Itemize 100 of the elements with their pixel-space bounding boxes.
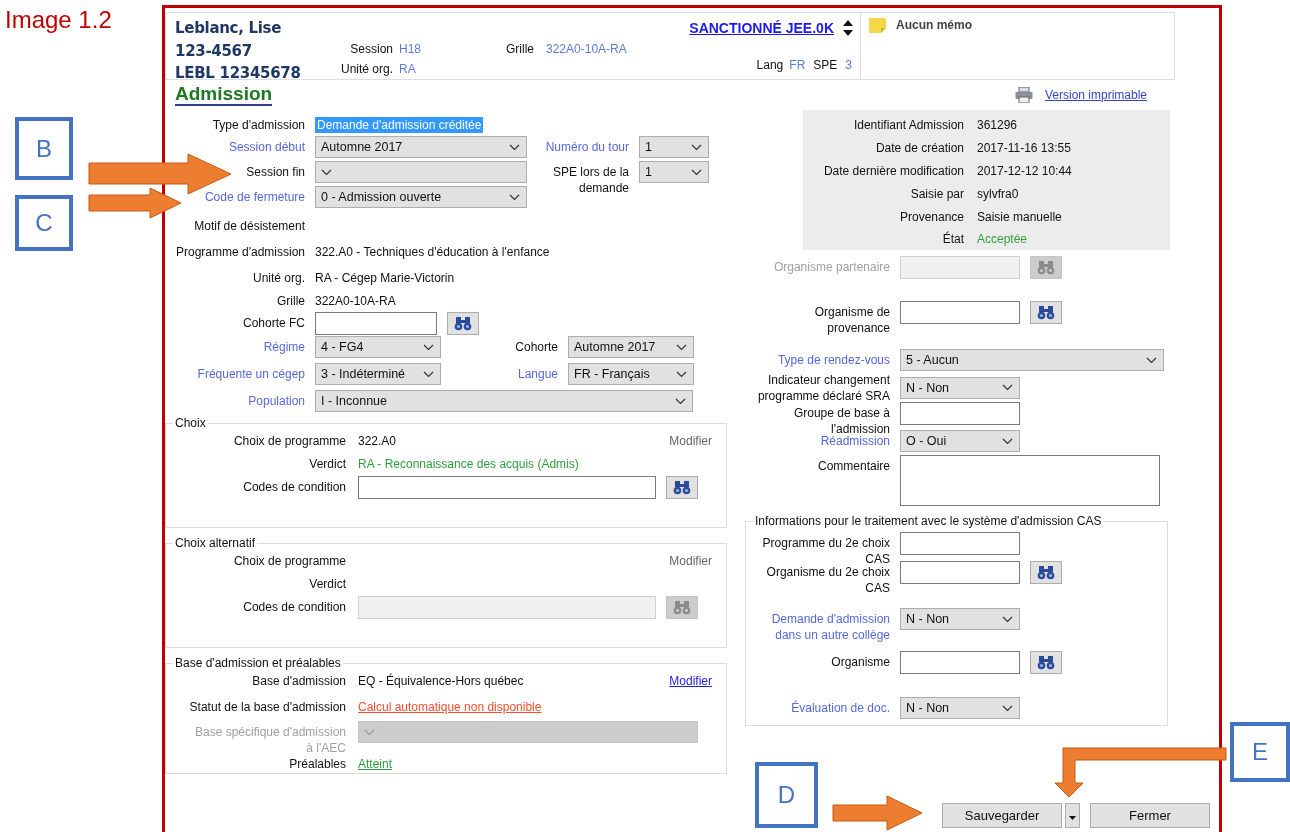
text-input[interactable] [315, 312, 437, 335]
field-label: Programme du 2e choix CAS [761, 535, 890, 567]
status-link[interactable]: SANCTIONNÉ JEE.0K [689, 20, 834, 36]
field-label: Base d'admission [252, 673, 346, 689]
text-input[interactable] [900, 651, 1020, 674]
dropdown-field[interactable]: Automne 2017 [568, 336, 694, 358]
field-label: Programme d'admission [176, 244, 305, 260]
field-label: Groupe de base à l'admission [792, 405, 890, 436]
dropdown-button[interactable] [1065, 803, 1080, 828]
dropdown-field[interactable]: 4 - FG4 [315, 336, 441, 358]
print-link[interactable]: Version imprimable [1044, 88, 1147, 102]
binoculars-icon [673, 600, 691, 615]
dropdown-field[interactable]: 0 - Admission ouverte [315, 186, 527, 208]
header-label: Lang [756, 58, 784, 72]
field-label: Verdict [309, 576, 346, 592]
field-label: Unité org. [252, 270, 305, 286]
chevron-icon [423, 343, 434, 351]
printer-icon [1014, 87, 1033, 103]
field-label: Session fin [246, 164, 305, 180]
field-link-label[interactable]: Type de rendez-vous [777, 352, 890, 368]
dropdown-field[interactable]: 1 [639, 136, 709, 158]
dropdown-field[interactable]: N - Non [900, 376, 1020, 399]
header-label: SPE [813, 58, 838, 72]
field-label: Base spécifique d'admission à l'AEC [193, 724, 346, 756]
chevron-icon [676, 343, 687, 351]
chevron-icon [691, 143, 702, 151]
lookup-button[interactable] [1030, 651, 1062, 674]
binoculars-icon [1037, 305, 1055, 320]
save-button[interactable]: Sauvegarder [942, 803, 1062, 828]
lookup-button[interactable] [1030, 301, 1062, 324]
dropdown-field[interactable]: FR - Français [568, 363, 694, 385]
comment-field[interactable] [900, 455, 1160, 506]
field-link-label[interactable]: Demande d'admission dans un autre collège [755, 611, 890, 643]
field-label: Préalables [289, 756, 346, 772]
student-info: Leblanc, Lise [175, 18, 283, 39]
field-label: Type d'admission [212, 117, 305, 133]
field-value: 2017-12-12 10:44 [977, 164, 1072, 178]
field-value: Acceptée [977, 232, 1028, 247]
header-label: Unité org. [339, 62, 393, 76]
text-input[interactable] [900, 301, 1020, 324]
sticky-note-icon [869, 18, 886, 33]
text-input[interactable] [900, 402, 1020, 425]
close-button[interactable]: Fermer [1090, 803, 1210, 828]
field-label: Organisme partenaire [773, 259, 890, 275]
field-label: Organisme [831, 654, 890, 670]
lookup-button[interactable] [447, 312, 479, 335]
field-label: Organisme du 2e choix CAS [765, 564, 890, 596]
field-label: Provenance [898, 209, 964, 224]
header-value: FR [789, 58, 806, 72]
field-link-label[interactable]: Langue [517, 366, 558, 382]
field-label: Organisme de provenance [813, 304, 890, 336]
dropdown-field[interactable] [315, 161, 527, 183]
dropdown-field[interactable]: Automne 2017 [315, 136, 527, 158]
binoculars-icon [454, 316, 472, 331]
text-input[interactable] [900, 561, 1020, 584]
header-value: 322A0-10A-RA [546, 42, 627, 56]
field-value: 322A0-10A-RA [315, 293, 396, 309]
field-link-label[interactable]: Session début [228, 139, 305, 155]
header-label: Grille [506, 42, 534, 56]
field-value: EQ - Équivalence-Hors québec [358, 672, 524, 689]
dropdown-field[interactable]: 3 - Indéterminé [315, 363, 441, 385]
field-label: Saisie par [909, 186, 964, 201]
sort-arrows-icon[interactable] [842, 19, 854, 37]
text-input[interactable] [900, 532, 1020, 555]
field-link-label[interactable]: Évaluation de doc. [791, 700, 890, 716]
field-label: SPE lors de la demande [551, 164, 629, 196]
field-label: Date dernière modification [822, 164, 964, 178]
field-link-label[interactable]: Réadmission [820, 433, 890, 449]
field-link-label[interactable]: Numéro du tour [545, 139, 629, 155]
student-info: 123-4567 [175, 40, 253, 62]
binoculars-icon [673, 480, 691, 495]
field-label: Motif de désistement [194, 218, 305, 234]
header-value: H18 [399, 42, 422, 56]
status-link[interactable]: Atteint [358, 753, 393, 772]
dropdown-field[interactable]: 5 - Aucun [900, 349, 1164, 371]
dropdown-field[interactable]: N - Non [900, 697, 1020, 719]
field-link-label[interactable]: Fréquente un cégep [197, 366, 305, 382]
field-label: Indicateur changement programme déclaré SRA [756, 371, 890, 404]
modify-link[interactable]: Modifier [669, 670, 712, 689]
dropdown-field[interactable]: I - Inconnue [315, 390, 693, 412]
header-value: 3 [845, 58, 852, 72]
dropdown-field[interactable]: O - Oui [900, 430, 1020, 452]
figure-caption: Image 1.2 [5, 6, 112, 34]
lookup-button[interactable] [666, 476, 698, 499]
binoculars-icon [1037, 655, 1055, 670]
field-value: Saisie manuelle [977, 209, 1062, 224]
selected-value: Demande d'admission créditée [315, 117, 484, 133]
field-link-label[interactable]: Régime [263, 339, 305, 355]
field-label: Choix de programme [233, 433, 346, 449]
chevron-icon [509, 143, 520, 151]
text-input[interactable] [358, 476, 656, 499]
field-link-label[interactable]: Code de fermeture [204, 189, 305, 205]
field-link-label[interactable]: Population [248, 393, 305, 409]
field-value: 322.A0 [358, 433, 397, 449]
field-value: RA - Cégep Marie-Victorin [315, 270, 455, 286]
dropdown-field[interactable]: 1 [639, 161, 709, 183]
lookup-button[interactable] [1030, 561, 1062, 584]
dropdown-field[interactable]: N - Non [900, 608, 1020, 630]
callout-marker: D [755, 762, 818, 828]
callout-marker: E [1230, 722, 1290, 782]
